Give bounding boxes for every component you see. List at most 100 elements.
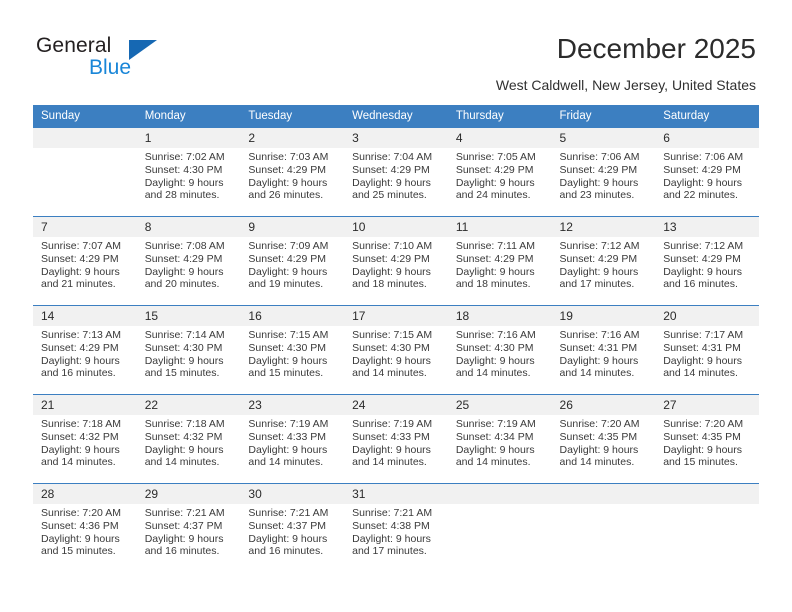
day-sun-info: Sunrise: 7:21 AM Sunset: 4:37 PM Dayligh… — [248, 507, 329, 558]
day-sun-info: Sunrise: 7:21 AM Sunset: 4:37 PM Dayligh… — [144, 507, 225, 558]
page-title: December 2025 — [556, 33, 756, 64]
day-sun-info: Sunrise: 7:06 AM Sunset: 4:29 PM Dayligh… — [559, 151, 640, 202]
day-sun-info: Sunrise: 7:13 AM Sunset: 4:29 PM Dayligh… — [41, 329, 121, 380]
day-sun-info: Sunrise: 7:20 AM Sunset: 4:35 PM Dayligh… — [559, 418, 640, 469]
day-cell[interactable]: 24 Sunrise: 7:19 AM Sunset: 4:33 PM Dayl… — [344, 394, 448, 484]
day-sun-info: Sunrise: 7:18 AM Sunset: 4:32 PM Dayligh… — [41, 418, 121, 469]
calendar-header-row: Sunday Monday Tuesday Wednesday Thursday… — [33, 105, 759, 128]
day-cell[interactable]: 29 Sunrise: 7:21 AM Sunset: 4:37 PM Dayl… — [136, 483, 241, 573]
day-cell[interactable]: 14 Sunrise: 7:13 AM Sunset: 4:29 PM Dayl… — [33, 305, 137, 395]
weekday-header-monday: Monday — [136, 105, 241, 128]
day-cell[interactable]: 17 Sunrise: 7:15 AM Sunset: 4:30 PM Dayl… — [344, 305, 448, 395]
weekday-header-thursday: Thursday — [447, 105, 552, 128]
day-sun-info: Sunrise: 7:19 AM Sunset: 4:33 PM Dayligh… — [248, 418, 329, 469]
calendar-table: Sunday Monday Tuesday Wednesday Thursday… — [33, 105, 759, 573]
day-cell — [655, 483, 759, 573]
day-cell[interactable]: 5 Sunrise: 7:06 AM Sunset: 4:29 PM Dayli… — [551, 127, 656, 217]
day-cell — [551, 483, 656, 573]
day-number: 19 — [551, 306, 656, 326]
day-number: 2 — [240, 128, 345, 148]
day-sun-info: Sunrise: 7:19 AM Sunset: 4:33 PM Dayligh… — [352, 418, 433, 469]
day-cell[interactable]: 1 Sunrise: 7:02 AM Sunset: 4:30 PM Dayli… — [136, 127, 241, 217]
day-number: 23 — [240, 395, 345, 415]
week-row: 28 Sunrise: 7:20 AM Sunset: 4:36 PM Dayl… — [33, 483, 759, 573]
day-cell[interactable]: 16 Sunrise: 7:15 AM Sunset: 4:30 PM Dayl… — [240, 305, 345, 395]
page-subtitle-location: West Caldwell, New Jersey, United States — [495, 77, 756, 93]
day-cell[interactable]: 28 Sunrise: 7:20 AM Sunset: 4:36 PM Dayl… — [33, 483, 137, 573]
day-cell[interactable]: 27 Sunrise: 7:20 AM Sunset: 4:35 PM Dayl… — [655, 394, 759, 484]
day-sun-info: Sunrise: 7:05 AM Sunset: 4:29 PM Dayligh… — [455, 151, 536, 202]
day-number: 22 — [136, 395, 241, 415]
day-cell[interactable]: 2 Sunrise: 7:03 AM Sunset: 4:29 PM Dayli… — [240, 127, 345, 217]
weekday-header-sunday: Sunday — [33, 105, 137, 128]
week-row: 7 Sunrise: 7:07 AM Sunset: 4:29 PM Dayli… — [33, 216, 759, 306]
day-number: 9 — [240, 217, 345, 237]
day-cell[interactable]: 9 Sunrise: 7:09 AM Sunset: 4:29 PM Dayli… — [240, 216, 345, 306]
day-sun-info: Sunrise: 7:12 AM Sunset: 4:29 PM Dayligh… — [559, 240, 640, 291]
week-row: 1 Sunrise: 7:02 AM Sunset: 4:30 PM Dayli… — [33, 127, 759, 217]
day-sun-info: Sunrise: 7:06 AM Sunset: 4:29 PM Dayligh… — [663, 151, 744, 202]
day-number: 11 — [447, 217, 552, 237]
day-cell[interactable]: 11 Sunrise: 7:11 AM Sunset: 4:29 PM Dayl… — [447, 216, 552, 306]
day-sun-info: Sunrise: 7:08 AM Sunset: 4:29 PM Dayligh… — [144, 240, 225, 291]
day-sun-info: Sunrise: 7:11 AM Sunset: 4:29 PM Dayligh… — [455, 240, 535, 291]
day-sun-info — [33, 148, 137, 151]
day-number: 8 — [136, 217, 241, 237]
day-number: 12 — [551, 217, 656, 237]
logo-text-general: General — [36, 34, 112, 57]
day-number: 10 — [344, 217, 448, 237]
day-number: 18 — [447, 306, 552, 326]
day-cell[interactable]: 18 Sunrise: 7:16 AM Sunset: 4:30 PM Dayl… — [447, 305, 552, 395]
day-cell[interactable]: 22 Sunrise: 7:18 AM Sunset: 4:32 PM Dayl… — [136, 394, 241, 484]
day-sun-info: Sunrise: 7:12 AM Sunset: 4:29 PM Dayligh… — [663, 240, 744, 291]
day-cell[interactable]: 21 Sunrise: 7:18 AM Sunset: 4:32 PM Dayl… — [33, 394, 137, 484]
day-cell — [33, 127, 137, 217]
day-cell[interactable]: 26 Sunrise: 7:20 AM Sunset: 4:35 PM Dayl… — [551, 394, 656, 484]
day-number: 13 — [655, 217, 759, 237]
logo-triangle-icon — [129, 40, 157, 60]
day-cell[interactable]: 8 Sunrise: 7:08 AM Sunset: 4:29 PM Dayli… — [136, 216, 241, 306]
day-cell[interactable]: 23 Sunrise: 7:19 AM Sunset: 4:33 PM Dayl… — [240, 394, 345, 484]
day-cell[interactable]: 15 Sunrise: 7:14 AM Sunset: 4:30 PM Dayl… — [136, 305, 241, 395]
day-number: 25 — [447, 395, 552, 415]
day-sun-info — [448, 504, 552, 507]
day-number: 26 — [551, 395, 656, 415]
day-sun-info: Sunrise: 7:15 AM Sunset: 4:30 PM Dayligh… — [352, 329, 433, 380]
day-cell[interactable]: 10 Sunrise: 7:10 AM Sunset: 4:29 PM Dayl… — [344, 216, 448, 306]
calendar-page: General Blue December 2025 West Caldwell… — [0, 0, 792, 612]
weekday-header-tuesday: Tuesday — [240, 105, 345, 128]
day-sun-info: Sunrise: 7:14 AM Sunset: 4:30 PM Dayligh… — [144, 329, 225, 380]
day-cell[interactable]: 6 Sunrise: 7:06 AM Sunset: 4:29 PM Dayli… — [655, 127, 759, 217]
day-sun-info: Sunrise: 7:07 AM Sunset: 4:29 PM Dayligh… — [41, 240, 121, 291]
day-cell[interactable]: 4 Sunrise: 7:05 AM Sunset: 4:29 PM Dayli… — [447, 127, 552, 217]
day-cell[interactable]: 13 Sunrise: 7:12 AM Sunset: 4:29 PM Dayl… — [655, 216, 759, 306]
generalblue-logo[interactable]: General Blue — [36, 34, 166, 86]
day-sun-info: Sunrise: 7:16 AM Sunset: 4:31 PM Dayligh… — [559, 329, 640, 380]
day-sun-info — [552, 504, 656, 507]
day-cell[interactable]: 19 Sunrise: 7:16 AM Sunset: 4:31 PM Dayl… — [551, 305, 656, 395]
day-number — [447, 484, 552, 504]
day-number: 20 — [655, 306, 759, 326]
day-number: 28 — [33, 484, 137, 504]
day-number: 24 — [344, 395, 448, 415]
day-cell[interactable]: 12 Sunrise: 7:12 AM Sunset: 4:29 PM Dayl… — [551, 216, 656, 306]
day-sun-info: Sunrise: 7:20 AM Sunset: 4:36 PM Dayligh… — [41, 507, 121, 558]
day-cell[interactable]: 25 Sunrise: 7:19 AM Sunset: 4:34 PM Dayl… — [447, 394, 552, 484]
day-cell[interactable]: 7 Sunrise: 7:07 AM Sunset: 4:29 PM Dayli… — [33, 216, 137, 306]
day-number — [655, 484, 759, 504]
day-number: 3 — [344, 128, 448, 148]
weekday-header-friday: Friday — [551, 105, 656, 128]
day-sun-info: Sunrise: 7:02 AM Sunset: 4:30 PM Dayligh… — [144, 151, 225, 202]
day-number: 15 — [136, 306, 241, 326]
day-number: 7 — [33, 217, 137, 237]
day-number: 30 — [240, 484, 345, 504]
day-sun-info: Sunrise: 7:10 AM Sunset: 4:29 PM Dayligh… — [352, 240, 433, 291]
day-sun-info: Sunrise: 7:04 AM Sunset: 4:29 PM Dayligh… — [352, 151, 433, 202]
day-sun-info — [655, 504, 759, 507]
day-cell[interactable]: 31 Sunrise: 7:21 AM Sunset: 4:38 PM Dayl… — [344, 483, 448, 573]
day-cell[interactable]: 3 Sunrise: 7:04 AM Sunset: 4:29 PM Dayli… — [344, 127, 448, 217]
day-number: 29 — [136, 484, 241, 504]
day-cell[interactable]: 30 Sunrise: 7:21 AM Sunset: 4:37 PM Dayl… — [240, 483, 345, 573]
day-sun-info: Sunrise: 7:16 AM Sunset: 4:30 PM Dayligh… — [455, 329, 536, 380]
day-cell[interactable]: 20 Sunrise: 7:17 AM Sunset: 4:31 PM Dayl… — [655, 305, 759, 395]
